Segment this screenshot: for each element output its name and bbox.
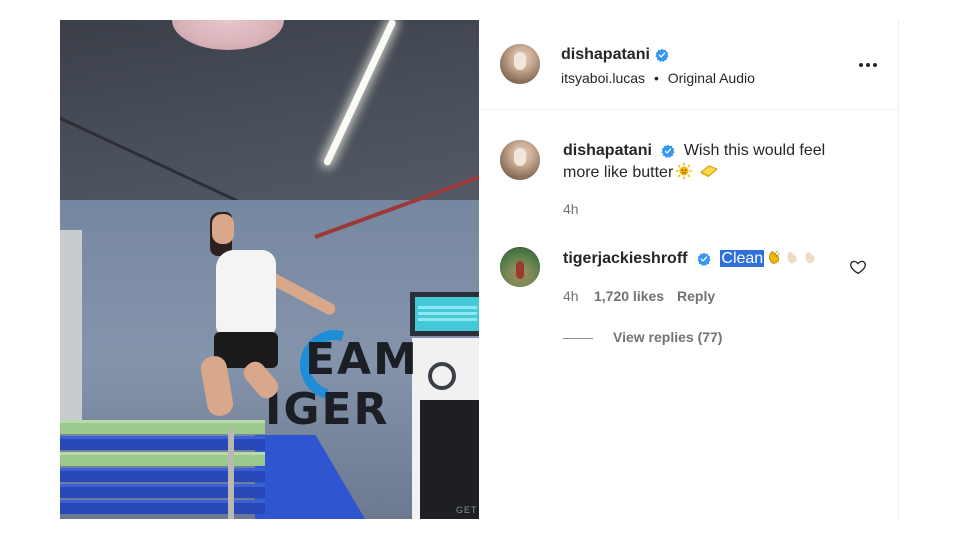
verified-badge-icon [655,48,669,62]
author-name-row: dishapatani [561,46,669,64]
view-replies-button[interactable]: View replies (77) [613,329,722,345]
audio-author[interactable]: itsyaboi.lucas [561,70,645,86]
audio-separator: • [653,70,659,86]
comment-time[interactable]: 4h [563,288,579,304]
author-username[interactable]: dishapatani [561,46,650,64]
caption-username[interactable]: dishapatani [563,142,652,159]
clap-emoji-faded-icon [787,251,797,264]
caption-text-1: Wish this would feel [683,142,826,159]
sun-emoji-icon [675,162,694,180]
caption-time[interactable]: 4h [563,201,579,217]
audio-info: itsyaboi.lucas • Original Audio [561,70,755,86]
wall-pillar [60,230,82,430]
caption-line-2: more like butter [563,162,719,184]
verified-badge-icon [661,144,675,158]
caption-text-2: more like butter [563,164,674,181]
reply-label[interactable]: Reply [677,288,715,304]
clap-emoji-icon [769,250,780,264]
butter-emoji-icon [700,165,719,178]
post-video[interactable]: GET EAM IGER [60,20,479,519]
post-side-panel: dishapatani itsyaboi.lucas • Original Au… [479,20,899,519]
comment-likes[interactable]: 1,720 likes [594,288,664,304]
post-header: dishapatani itsyaboi.lucas • Original Au… [479,20,899,110]
author-avatar[interactable] [500,44,540,84]
comment-line: tigerjackieshroff Clean [563,248,820,270]
cyan-window [410,292,479,336]
caption-avatar[interactable] [500,140,540,180]
audio-title[interactable]: Original Audio [668,70,755,86]
comment-text: Clean [720,250,765,267]
commenter-username[interactable]: tigerjackieshroff [563,250,687,267]
replies-divider [563,338,593,339]
verified-badge-icon [697,252,711,266]
commenter-avatar[interactable] [500,247,540,287]
person-jumping [198,210,340,440]
heart-icon[interactable] [849,258,867,276]
wall-fan [428,362,456,390]
wall-corner-text: GET [456,505,478,515]
reply-button[interactable]: Reply [677,288,715,304]
clap-emoji-faded-icon [805,251,815,264]
dark-wall-panel: GET [420,400,479,519]
comment-likes-count[interactable]: 1,720 likes [594,288,664,304]
more-options-icon[interactable] [853,54,883,76]
mat-strap [228,430,234,519]
caption-line-1: dishapatani Wish this would feel [563,140,825,162]
